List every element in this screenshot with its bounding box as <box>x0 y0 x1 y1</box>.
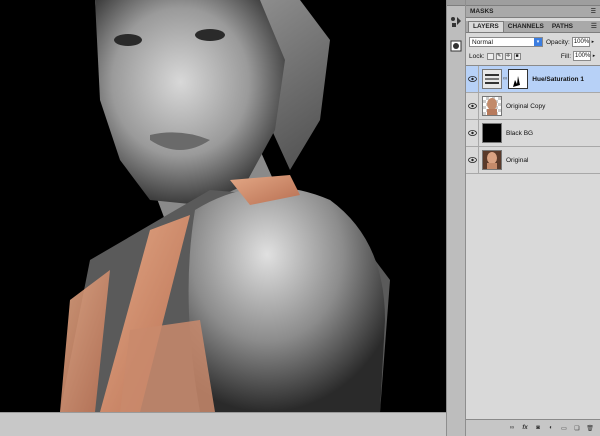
eye-icon[interactable] <box>466 146 479 174</box>
layer-name: Original <box>506 156 529 164</box>
adjustment-layer-icon <box>482 69 502 89</box>
dock-button-masks[interactable] <box>448 38 464 54</box>
fx-icon[interactable]: fx <box>521 424 529 432</box>
trash-icon[interactable]: 🗑 <box>586 424 594 432</box>
fill-label: Fill: <box>560 52 571 60</box>
lock-image-icon[interactable]: ✎ <box>495 52 503 60</box>
tab-paths[interactable]: PATHS <box>548 22 577 32</box>
layers-panel: MASKS ☰ LAYERS CHANNELS PATHS ☰ Normal ▾… <box>466 0 600 436</box>
new-fill-adjustment-icon[interactable]: ◐ <box>547 424 555 432</box>
masks-panel-tab[interactable]: MASKS ☰ <box>466 6 600 18</box>
layer-row-original-copy[interactable]: Original Copy <box>466 92 600 120</box>
layers-panel-footer: ∞ fx ◙ ◐ ▭ ❏ 🗑 <box>466 419 600 436</box>
add-mask-icon[interactable]: ◙ <box>534 424 542 432</box>
blend-mode-select[interactable]: Normal ▾ <box>469 37 543 47</box>
layer-name: Original Copy <box>506 102 546 110</box>
layer-name: Black BG <box>506 129 534 137</box>
lock-row: Lock: ✎ ✛ ■ Fill: 100% ▸ <box>466 51 600 61</box>
document-canvas[interactable] <box>0 0 446 412</box>
eye-icon[interactable] <box>466 65 479 93</box>
blend-mode-value: Normal <box>472 38 493 46</box>
lock-label: Lock: <box>469 52 485 60</box>
lock-all-icon[interactable]: ■ <box>513 52 521 60</box>
mask-panel-icon <box>450 40 462 52</box>
panel-menu-icon[interactable]: ☰ <box>591 8 596 15</box>
dock-button-adjustments[interactable] <box>448 14 464 30</box>
canvas-status-bar <box>0 412 446 436</box>
layer-row-black-bg[interactable]: Black BG <box>466 119 600 147</box>
opacity-input[interactable]: 100% <box>571 37 590 47</box>
panel-options-icon[interactable]: ☰ <box>591 22 597 30</box>
opacity-slider-icon[interactable]: ▸ <box>590 37 596 47</box>
fill-input[interactable]: 100% <box>573 51 591 61</box>
layer-row-hue-saturation[interactable]: ∞ Hue/Saturation 1 <box>466 65 600 93</box>
new-layer-icon[interactable]: ❏ <box>573 424 581 432</box>
tab-layers[interactable]: LAYERS <box>468 21 504 32</box>
blend-row: Normal ▾ Opacity: 100% ▸ <box>466 37 600 47</box>
layer-row-original[interactable]: Original <box>466 146 600 174</box>
eye-icon[interactable] <box>466 92 479 120</box>
panel-dock <box>446 0 466 436</box>
layer-mask-thumbnail[interactable] <box>508 69 529 89</box>
photoshop-window: MASKS ☰ LAYERS CHANNELS PATHS ☰ Normal ▾… <box>0 0 600 436</box>
folder-icon[interactable]: ▭ <box>560 424 568 432</box>
layers-list: ∞ Hue/Saturation 1 Original Copy Black B… <box>466 65 600 174</box>
adjustment-layer-icon <box>451 17 461 27</box>
layer-thumbnail <box>482 96 502 116</box>
photo-artwork <box>0 0 446 412</box>
link-icon[interactable]: ∞ <box>508 424 516 432</box>
layer-name: Hue/Saturation 1 <box>532 75 584 83</box>
eye-icon[interactable] <box>466 119 479 147</box>
lock-transparent-icon[interactable] <box>486 52 494 60</box>
dock-header[interactable] <box>447 0 465 6</box>
panel-tabs: LAYERS CHANNELS PATHS ☰ <box>466 21 600 33</box>
fill-slider-icon[interactable]: ▸ <box>591 51 597 61</box>
opacity-label: Opacity: <box>546 38 570 46</box>
link-icon[interactable]: ∞ <box>503 76 507 82</box>
tab-channels[interactable]: CHANNELS <box>504 22 548 32</box>
layer-thumbnail <box>482 150 502 170</box>
masks-tab-label: MASKS <box>470 8 494 15</box>
lock-position-icon[interactable]: ✛ <box>504 52 512 60</box>
layer-thumbnail <box>482 123 502 143</box>
chevron-down-icon: ▾ <box>534 38 542 46</box>
